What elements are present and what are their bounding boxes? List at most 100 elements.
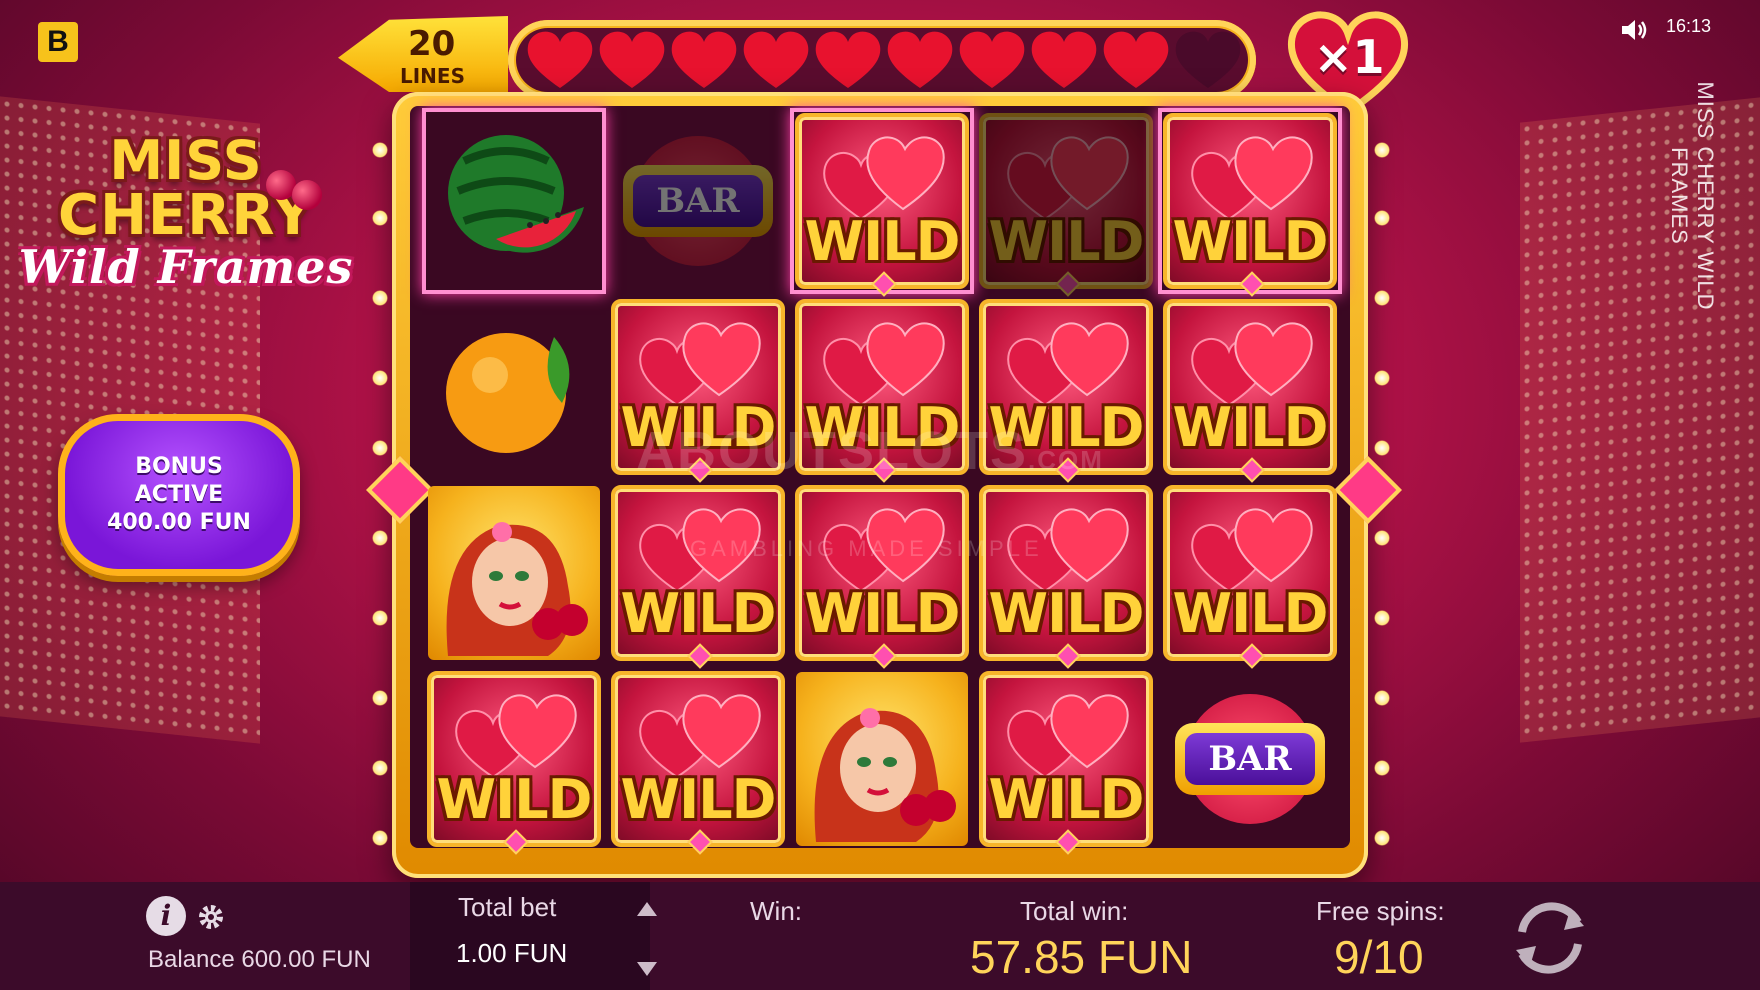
- wild-symbol: WILD: [427, 671, 601, 855]
- heart-filled-icon: [668, 28, 740, 92]
- miss-cherry-icon: [446, 522, 588, 656]
- orange-icon: [446, 333, 570, 453]
- reel-cell: WILD: [606, 480, 790, 669]
- reel-cell: WILD: [790, 480, 974, 669]
- total-bet-value: 1.00 FUN: [456, 938, 568, 968]
- free-spins-label: Free spins:: [1316, 896, 1445, 926]
- wild-symbol: WILD: [611, 485, 785, 669]
- free-spins-value: 9/10: [1334, 931, 1424, 983]
- light-bulb: [372, 210, 388, 226]
- light-bulb: [1374, 290, 1390, 306]
- wild-symbol: WILD: [611, 671, 785, 855]
- heart-filled-icon: [1100, 28, 1172, 92]
- watermelon-icon: [448, 135, 584, 253]
- wild-symbol: WILD: [611, 299, 785, 483]
- wild-label: WILD: [988, 396, 1145, 459]
- bonus-amount: 400.00 FUN: [107, 510, 251, 535]
- reel-grid[interactable]: BAR WILD WILD WILD WILD WILD WILD WILD WILD WILD W…: [422, 108, 1342, 855]
- light-bulb: [1374, 370, 1390, 386]
- wild-label: WILD: [804, 396, 961, 459]
- bonus-line2: ACTIVE: [134, 482, 224, 507]
- bonus-active-badge[interactable]: BONUS ACTIVE 400.00 FUN: [58, 414, 300, 576]
- right-light-wall: [1520, 97, 1760, 743]
- light-bulb: [372, 142, 388, 158]
- miss-cherry-symbol: [428, 486, 600, 660]
- heart-filled-icon: [524, 28, 596, 92]
- gear-icon[interactable]: [196, 902, 226, 932]
- light-bulb: [1374, 610, 1390, 626]
- reel-cell: BAR: [606, 108, 790, 294]
- reel-cell: WILD: [1158, 108, 1342, 297]
- reel-cell: WILD: [1158, 294, 1342, 483]
- wild-label: WILD: [988, 582, 1145, 645]
- reel-cell: BAR: [1158, 666, 1342, 852]
- sound-icon[interactable]: [1618, 14, 1650, 46]
- clock: 16:13: [1666, 16, 1712, 36]
- reel-cell: [422, 108, 606, 294]
- reel-cell: WILD: [974, 480, 1158, 669]
- light-bulb: [1374, 530, 1390, 546]
- wild-label: WILD: [804, 210, 961, 273]
- reel-cell: WILD: [606, 294, 790, 483]
- lines-count: 20: [408, 24, 456, 64]
- light-bulb: [1374, 830, 1390, 846]
- reel-cell: [422, 480, 606, 666]
- heart-filled-icon: [812, 28, 884, 92]
- heart-filled-icon: [596, 28, 668, 92]
- wild-symbol: WILD: [1163, 299, 1337, 483]
- bet-panel: Total bet 1.00 FUN: [410, 882, 650, 990]
- heart-empty-icon: [1172, 28, 1244, 92]
- wild-label: WILD: [988, 210, 1145, 273]
- total-bet-label: Total bet: [458, 892, 557, 922]
- heart-filled-icon: [1028, 28, 1100, 92]
- wild-symbol: WILD: [1163, 485, 1337, 669]
- bar-label: BAR: [633, 175, 763, 227]
- spin-icon[interactable]: [1504, 892, 1596, 984]
- game-logo: MISS CHERRY Wild Frames: [16, 120, 356, 320]
- wild-label: WILD: [1172, 582, 1329, 645]
- light-bulb: [1374, 690, 1390, 706]
- wild-label: WILD: [1172, 396, 1329, 459]
- bar-symbol: BAR: [1175, 723, 1325, 795]
- bar-symbol: BAR: [623, 165, 773, 237]
- light-bulb: [372, 370, 388, 386]
- wild-label: WILD: [804, 582, 961, 645]
- total-win-value: 57.85 FUN: [970, 931, 1193, 983]
- wild-symbol: WILD: [979, 671, 1153, 855]
- wild-symbol: WILD: [979, 485, 1153, 669]
- light-bulb: [1374, 760, 1390, 776]
- wild-symbol: WILD: [795, 299, 969, 483]
- wild-label: WILD: [988, 768, 1145, 831]
- reel-cell: WILD: [1158, 480, 1342, 669]
- heart-filled-icon: [740, 28, 812, 92]
- wild-label: WILD: [620, 768, 777, 831]
- lines-label: LINES: [400, 64, 465, 88]
- wild-label: WILD: [436, 768, 593, 831]
- light-bulb: [372, 290, 388, 306]
- reel-cell: [422, 294, 606, 480]
- bet-increase-icon[interactable]: [637, 902, 657, 916]
- total-win-label: Total win:: [1020, 896, 1129, 926]
- wild-symbol: WILD: [795, 113, 969, 297]
- miss-cherry-symbol: [796, 672, 968, 846]
- multiplier-value: ×1: [1314, 30, 1385, 84]
- info-icon[interactable]: i: [146, 896, 186, 936]
- hearts-meter: [508, 20, 1256, 100]
- wild-symbol: WILD: [979, 113, 1153, 297]
- reel-cell: WILD: [790, 294, 974, 483]
- bet-decrease-icon[interactable]: [637, 962, 657, 976]
- heart-filled-icon: [884, 28, 956, 92]
- light-bulb: [372, 610, 388, 626]
- miss-cherry-icon: [814, 708, 956, 842]
- reel-cell: WILD: [974, 666, 1158, 855]
- light-bulb: [372, 690, 388, 706]
- reel-cell: WILD: [974, 108, 1158, 297]
- win-label: Win:: [750, 896, 802, 926]
- lines-badge: 20 LINES: [338, 16, 508, 92]
- light-bulb: [372, 440, 388, 456]
- balance: Balance 600.00 FUN: [148, 946, 371, 973]
- cherry-icon: [292, 180, 322, 210]
- light-bulb: [372, 530, 388, 546]
- brand-badge[interactable]: B: [38, 22, 78, 62]
- reel-cell: WILD: [606, 666, 790, 855]
